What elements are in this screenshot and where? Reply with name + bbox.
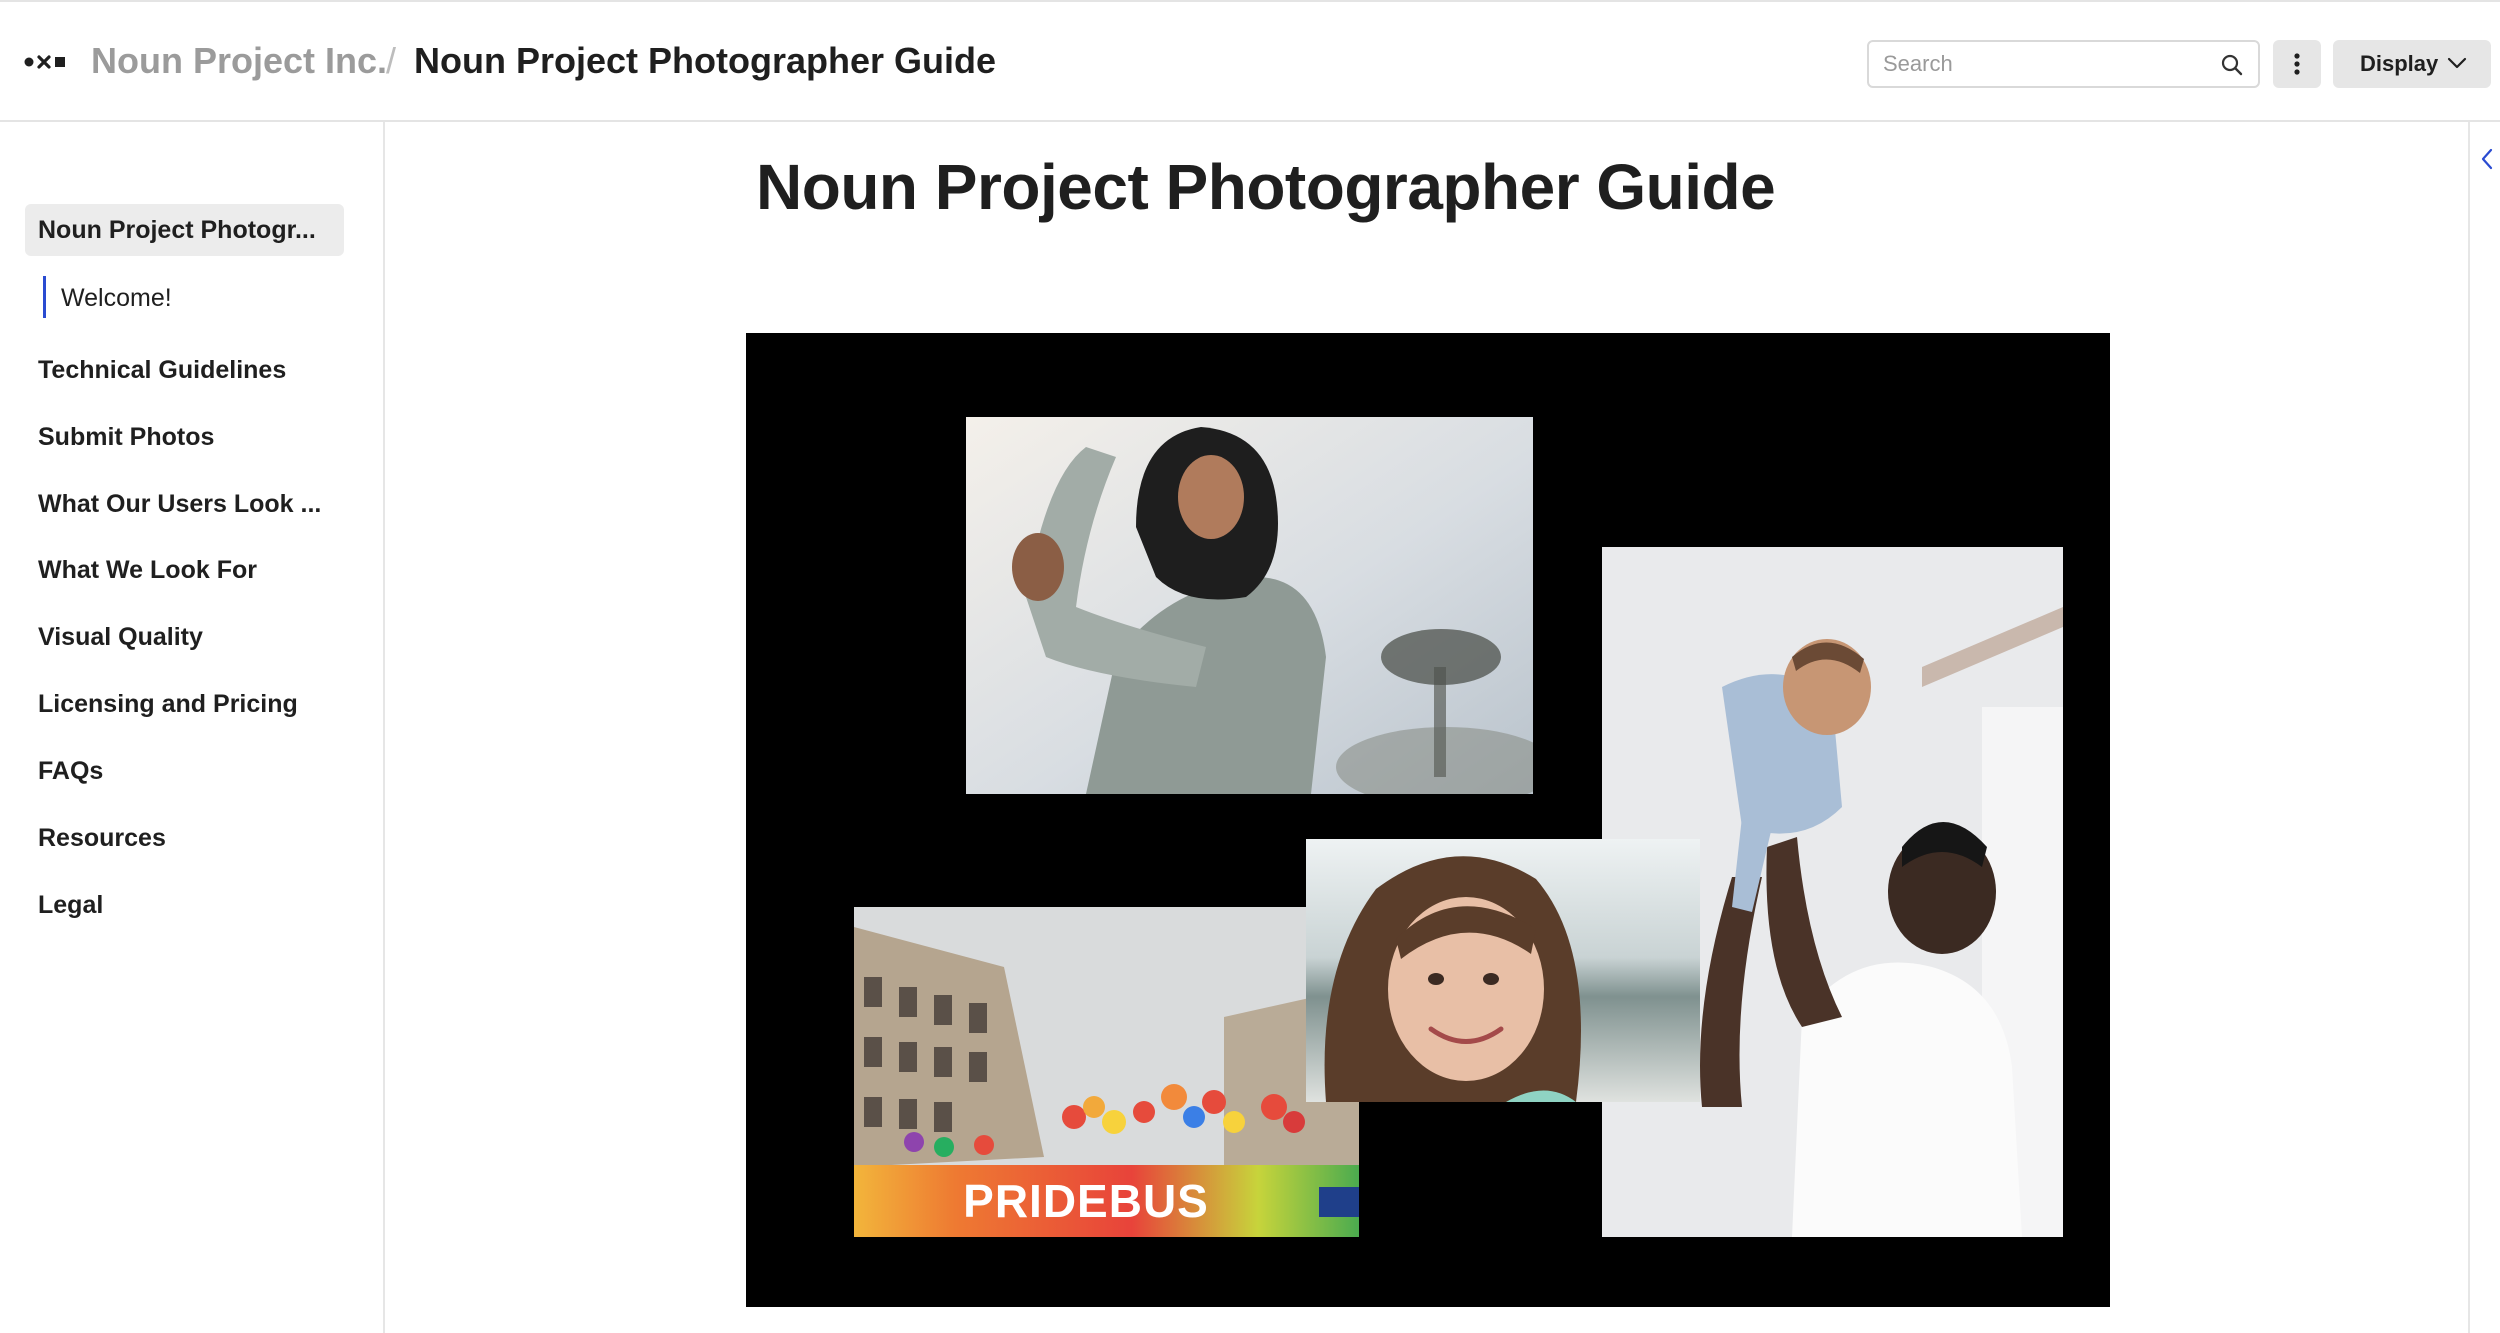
photo-pride-bus: PRIDEBUS bbox=[854, 907, 1359, 1237]
more-options-button[interactable] bbox=[2273, 40, 2321, 88]
sidebar-item-submit-photos[interactable]: Submit Photos bbox=[38, 423, 214, 452]
photo-woman-hijab bbox=[966, 417, 1533, 794]
sidebar: Noun Project Photogr... Welcome! Technic… bbox=[0, 122, 385, 1333]
photo-smiling-girl-image bbox=[1306, 839, 1700, 1102]
right-rail bbox=[2468, 122, 2500, 1333]
sidebar-item-photographer-guide[interactable]: Noun Project Photogr... bbox=[25, 204, 344, 256]
sidebar-item-label: Noun Project Photogr... bbox=[38, 216, 316, 244]
display-button[interactable]: Display bbox=[2333, 40, 2491, 88]
sidebar-item-what-we-look-for[interactable]: What We Look For bbox=[38, 556, 257, 585]
sidebar-subitem-label: Welcome! bbox=[61, 284, 172, 312]
sidebar-item-legal[interactable]: Legal bbox=[38, 891, 103, 920]
vertical-dots-icon bbox=[2294, 53, 2300, 75]
search-box[interactable] bbox=[1867, 40, 2260, 88]
sidebar-item-faqs[interactable]: FAQs bbox=[38, 757, 103, 786]
breadcrumb-separator: / bbox=[386, 40, 397, 81]
sidebar-item-technical-guidelines[interactable]: Technical Guidelines bbox=[38, 356, 286, 385]
top-bar: Noun Project Inc. / Noun Project Photogr… bbox=[0, 0, 2500, 122]
display-button-label: Display bbox=[2360, 51, 2439, 76]
sidebar-item-licensing-and-pricing[interactable]: Licensing and Pricing bbox=[38, 690, 298, 719]
breadcrumb-org[interactable]: Noun Project Inc. bbox=[91, 40, 387, 82]
chevron-down-icon bbox=[2447, 57, 2467, 69]
pride-bus-sign: PRIDEBUS bbox=[963, 1175, 1209, 1227]
sidebar-item-what-our-users-look[interactable]: What Our Users Look ... bbox=[38, 490, 321, 519]
chevron-left-icon[interactable] bbox=[2480, 148, 2494, 170]
breadcrumb-page-title[interactable]: Noun Project Photographer Guide bbox=[414, 40, 996, 82]
hero-collage-image: PRIDEBUS bbox=[746, 333, 2110, 1307]
sidebar-subitem-welcome[interactable]: Welcome! bbox=[43, 276, 172, 318]
photo-smiling-girl bbox=[1306, 839, 1700, 1102]
search-input[interactable] bbox=[1883, 50, 2203, 78]
sidebar-item-visual-quality[interactable]: Visual Quality bbox=[38, 623, 203, 652]
photo-woman-hijab-image bbox=[966, 417, 1533, 794]
sidebar-item-resources[interactable]: Resources bbox=[38, 824, 166, 853]
search-icon[interactable] bbox=[2220, 53, 2244, 77]
page-title: Noun Project Photographer Guide bbox=[756, 151, 1776, 223]
photo-pride-bus-image: PRIDEBUS bbox=[854, 907, 1359, 1237]
noun-project-logo-icon[interactable] bbox=[24, 48, 68, 76]
